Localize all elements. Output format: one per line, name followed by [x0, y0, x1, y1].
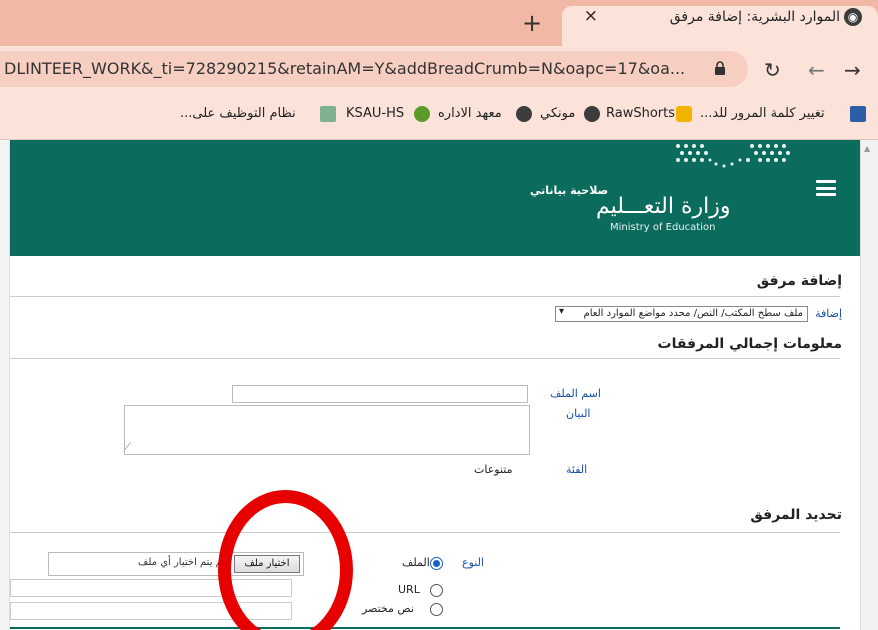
- radio-short-text[interactable]: [430, 603, 443, 616]
- forward-icon[interactable]: →: [844, 58, 861, 82]
- ministry-name-english: Ministry of Education: [610, 222, 716, 233]
- filename-input[interactable]: [232, 385, 528, 403]
- back-icon[interactable]: ←: [808, 58, 825, 82]
- globe-icon: [584, 106, 600, 122]
- bottom-divider: [10, 627, 840, 629]
- tab-title[interactable]: الموارد البشرية: إضافة مرفق: [670, 9, 840, 25]
- scroll-up-icon[interactable]: ▲: [864, 144, 870, 153]
- url-text[interactable]: DLINTEER_WORK&_ti=728290215&retainAM=Y&a…: [4, 59, 685, 78]
- add-type-select[interactable]: ملف سطح المكتب/ النص/ محدد مواضع الموارد…: [555, 306, 808, 322]
- radio-file-label[interactable]: الملف: [402, 556, 430, 569]
- rawshorts-icon: [676, 106, 692, 122]
- add-label: إضافة: [815, 307, 842, 320]
- url-field[interactable]: DLINTEER_WORK&_ti=728290215&retainAM=Y&a…: [0, 51, 748, 87]
- divider: [10, 296, 840, 297]
- ministry-logo-icon: [676, 144, 790, 168]
- globe-icon: [516, 106, 532, 122]
- category-label: الفئة: [566, 463, 588, 476]
- bookmark-recruitment[interactable]: نظام التوظيف على...: [180, 106, 296, 121]
- ksau-icon: [414, 106, 430, 122]
- type-label: النوع: [462, 556, 484, 569]
- radio-url-label[interactable]: URL: [398, 583, 420, 596]
- summary-heading: معلومات إجمالي المرفقات: [657, 336, 842, 352]
- description-textarea[interactable]: [124, 405, 530, 455]
- category-value: متنوعات: [474, 463, 513, 476]
- radio-short-text-label[interactable]: نص مختصر: [362, 602, 414, 615]
- new-tab-button[interactable]: +: [522, 11, 542, 35]
- attachment-heading: تحديد المرفق: [750, 507, 842, 523]
- bookmark-monkey[interactable]: مونكي: [540, 106, 575, 121]
- resize-handle-icon[interactable]: ⟋: [124, 442, 131, 453]
- close-tab-icon[interactable]: ×: [584, 6, 598, 26]
- building-icon: [850, 106, 866, 122]
- divider: [10, 358, 840, 359]
- divider: [10, 532, 840, 533]
- bookmark-ksau-hs[interactable]: KSAU-HS: [346, 106, 404, 121]
- scrollbar[interactable]: [860, 140, 878, 630]
- bookmark-institute[interactable]: معهد الاداره: [438, 106, 502, 121]
- radio-file[interactable]: [430, 557, 443, 570]
- chevron-down-icon[interactable]: ▾: [559, 306, 564, 317]
- hamburger-menu-icon[interactable]: [816, 180, 836, 196]
- bookmark-change-password[interactable]: تغيير كلمة المرور للد...: [700, 106, 825, 121]
- bookmarks-bar: تغيير كلمة المرور للد... RawShorts مونكي…: [0, 92, 878, 140]
- bookmark-rawshorts[interactable]: RawShorts: [606, 106, 675, 121]
- reload-icon[interactable]: ↻: [764, 58, 781, 82]
- file-status: لم يتم اختيار أي ملف: [138, 557, 226, 568]
- description-label: البيان: [566, 407, 591, 420]
- filename-label: اسم الملف: [550, 387, 601, 400]
- page-title: إضافة مرفق: [756, 273, 842, 289]
- radio-url[interactable]: [430, 584, 443, 597]
- ministry-name-arabic: وزارة التعـــليم: [596, 194, 731, 219]
- lock-icon[interactable]: [714, 61, 726, 75]
- left-gutter: [0, 140, 10, 630]
- globe-icon: ◉: [844, 8, 862, 26]
- emblem-icon: [320, 106, 336, 122]
- privilege-label: صلاحية بياناتي: [530, 184, 609, 197]
- address-bar: DLINTEER_WORK&_ti=728290215&retainAM=Y&a…: [0, 46, 878, 92]
